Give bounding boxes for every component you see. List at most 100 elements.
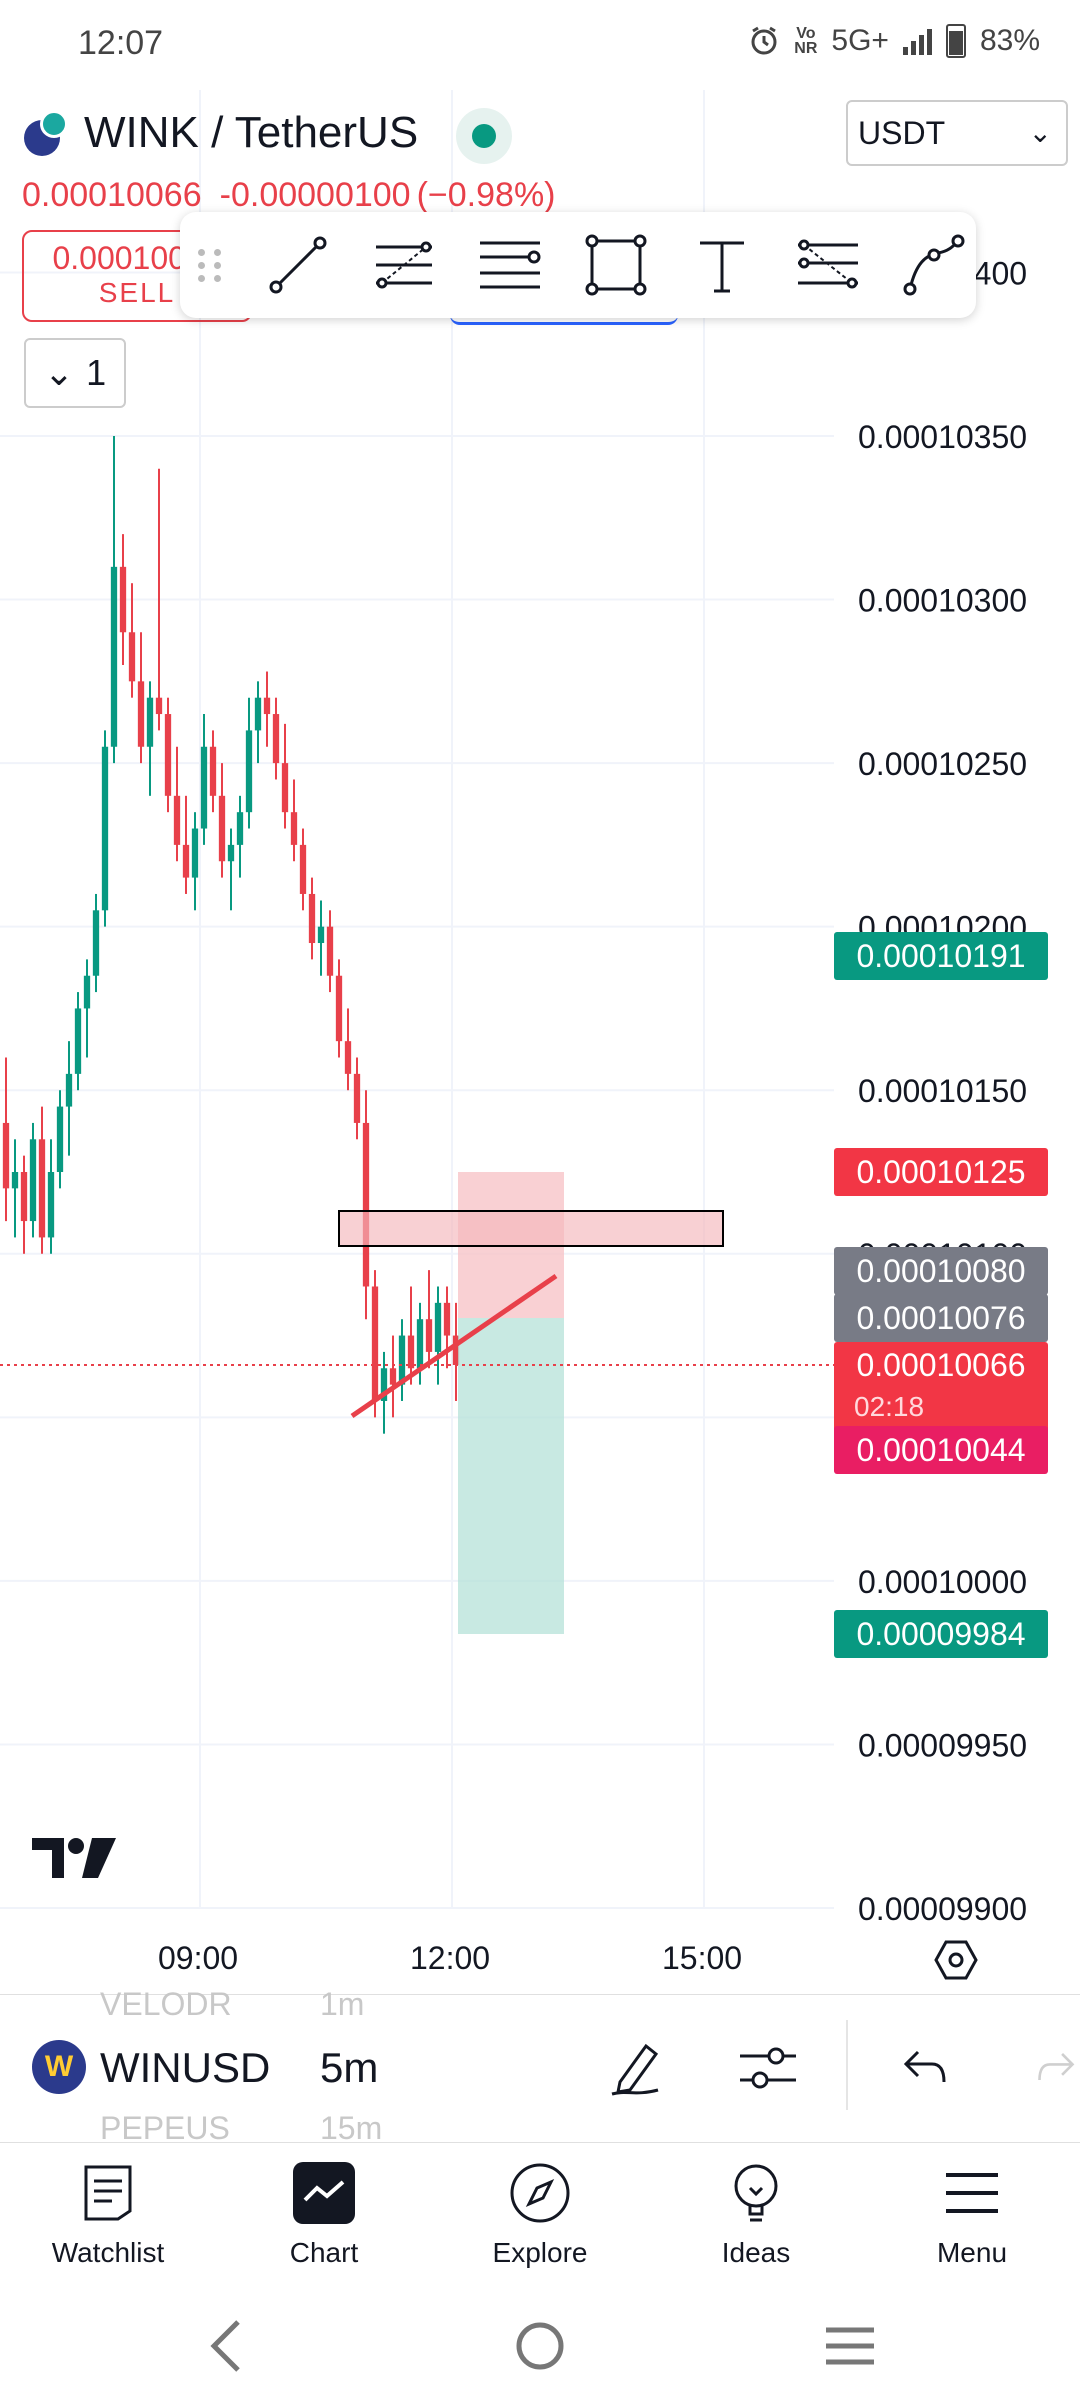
nav-watchlist[interactable]: Watchlist <box>0 2143 216 2293</box>
prev-symbol: VELODR <box>100 1986 232 2022</box>
alarm-icon <box>751 26 777 55</box>
candle-body <box>335 975 343 1042</box>
prev-interval: 1m <box>320 1986 365 2022</box>
wink-logo <box>24 110 68 156</box>
candle-body <box>227 844 235 862</box>
candle-body <box>317 926 325 944</box>
candle-body <box>434 1302 442 1352</box>
price-label-last: 0.00010066 02:18 <box>834 1342 1048 1436</box>
symbol-selector[interactable]: WINUSDT <box>100 2044 270 2092</box>
chart-settings-icon[interactable] <box>934 1938 978 1987</box>
indicators-icon[interactable] <box>738 2040 798 2101</box>
candle-countdown: 02:18 <box>854 1391 925 1422</box>
symbol-title[interactable]: WINK / TetherUS <box>84 108 418 158</box>
candle-body <box>299 844 307 894</box>
drawing-toolbar <box>180 212 976 318</box>
nav-chart[interactable]: Chart <box>216 2143 432 2293</box>
system-navigation <box>0 2292 1080 2400</box>
candle-body <box>326 926 334 976</box>
symbol-logo: W <box>32 2040 86 2094</box>
nav-explore[interactable]: Explore <box>432 2143 648 2293</box>
rectangle-drawing[interactable] <box>338 1210 724 1247</box>
candle-body <box>173 795 181 845</box>
redo-icon[interactable] <box>1036 2046 1076 2093</box>
candle-body <box>20 1172 28 1222</box>
nav-menu[interactable]: Menu <box>864 2143 1080 2293</box>
parallel-channel-tool-icon[interactable] <box>792 229 864 301</box>
candle-body <box>182 844 190 878</box>
candle-body <box>11 1172 19 1189</box>
clock: 12:07 <box>78 24 164 62</box>
price-label-target: 0.00010191 <box>834 932 1048 980</box>
candle-body <box>92 910 100 976</box>
candle-body <box>119 566 127 633</box>
text-tool-icon[interactable] <box>686 229 758 301</box>
drag-handle-icon[interactable] <box>198 240 228 290</box>
trend-line-tool-icon[interactable] <box>262 229 334 301</box>
price-change-percent: (−0.98%) <box>416 176 556 214</box>
fib-retracement-tool-icon[interactable] <box>368 229 440 301</box>
lightbulb-icon <box>724 2161 788 2225</box>
candle-body <box>218 795 226 862</box>
nav-ideas[interactable]: Ideas <box>648 2143 864 2293</box>
signal-icon <box>902 27 932 55</box>
candle-body <box>155 697 163 715</box>
volte-tag: Vo NR <box>794 25 818 57</box>
price-label-stop: 0.00010125 <box>834 1148 1048 1196</box>
candle-body <box>245 730 253 813</box>
path-tool-icon[interactable] <box>898 229 970 301</box>
rectangle-tool-icon[interactable] <box>580 229 652 301</box>
candle-body <box>254 697 262 731</box>
candle-body <box>236 812 244 845</box>
menu-icon <box>940 2161 1004 2225</box>
candle-body <box>29 1139 37 1222</box>
candle-body <box>416 1319 424 1369</box>
price-label-tp: 0.00009984 <box>834 1610 1048 1658</box>
candle-body <box>407 1335 415 1369</box>
bottom-navigation: Watchlist Chart Explore Ideas Menu <box>0 2142 1080 2293</box>
time-tick: 15:00 <box>662 1940 743 1976</box>
home-icon[interactable] <box>516 2322 564 2370</box>
candle-body <box>101 746 109 911</box>
horizontal-lines-tool-icon[interactable] <box>474 229 546 301</box>
legend-toggle-button[interactable]: ⌄ 1 <box>24 338 126 408</box>
candle-body <box>56 1106 64 1172</box>
time-tick: 09:00 <box>158 1940 239 1976</box>
price-tick: 0.00010250 <box>858 746 1027 782</box>
candle-body <box>83 975 91 1009</box>
candle-body <box>38 1139 46 1238</box>
candle-body <box>389 1368 397 1385</box>
price-chart[interactable]: 0.000104000.000103500.000103000.00010250… <box>0 60 1080 2010</box>
recents-icon[interactable] <box>826 2327 874 2365</box>
candle-body <box>443 1302 451 1336</box>
network-type: 5G+ <box>831 24 889 57</box>
interval-selector[interactable]: 5m <box>320 2044 378 2092</box>
candle-body <box>281 763 289 813</box>
candle-body <box>191 828 199 878</box>
market-status-dot[interactable] <box>456 108 512 164</box>
battery-percent: 83% <box>979 24 1040 57</box>
price-label-rect-top: 0.00010080 <box>834 1247 1048 1295</box>
candle-body <box>128 632 136 682</box>
battery-icon <box>945 24 966 58</box>
candle-body <box>47 1172 55 1238</box>
candle-body <box>110 566 118 747</box>
price-change: -0.00000100 <box>219 176 411 214</box>
chart-icon <box>292 2161 356 2225</box>
price-tick: 0.00010150 <box>858 1073 1027 1109</box>
candle-body <box>425 1319 433 1352</box>
candle-body <box>353 1073 361 1123</box>
last-price: 0.00010066 <box>22 176 202 214</box>
price-tick: 0.00010350 <box>858 419 1027 455</box>
candle-body <box>362 1122 370 1287</box>
candle-body <box>164 714 172 796</box>
candle-body <box>290 812 298 845</box>
currency-select[interactable]: USDT ⌄ <box>846 100 1068 166</box>
undo-icon[interactable] <box>902 2046 948 2093</box>
price-tick: 0.00009950 <box>858 1727 1027 1763</box>
price-tick: 0.00010300 <box>858 583 1027 619</box>
candle-body <box>2 1122 10 1189</box>
candle-body <box>308 893 316 944</box>
drawing-pen-icon[interactable] <box>606 2038 666 2103</box>
back-icon[interactable] <box>210 2320 240 2372</box>
